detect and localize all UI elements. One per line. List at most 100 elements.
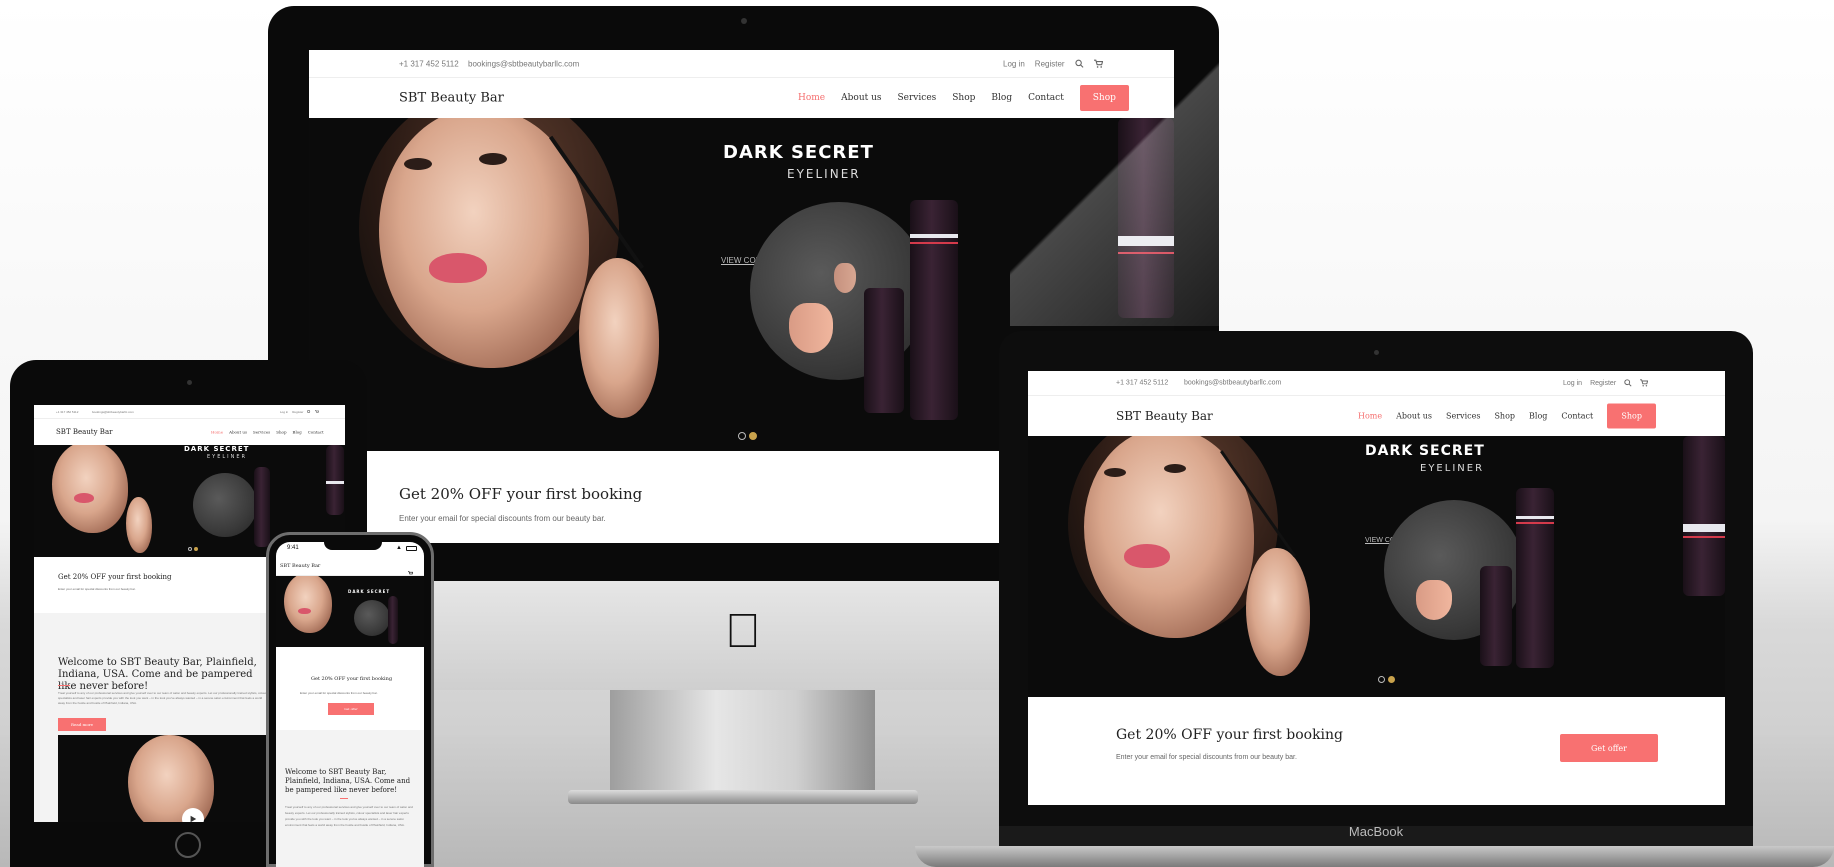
phone-number[interactable]: +1 317 452 5112 [399,59,459,68]
offer-title: Get 20% OFF your first booking [58,573,172,581]
read-more-button[interactable]: Read more [58,718,106,731]
nav-home[interactable]: Home [211,430,223,435]
welcome-title: Welcome to SBT Beauty Bar, Plainfield, I… [58,657,257,692]
offer-title: Get 20% OFF your first booking [1116,727,1344,743]
offer-section: Get 20% OFF your first booking Enter you… [1028,697,1725,805]
model-lips [1124,544,1170,568]
phone-number[interactable]: +1 317 452 5112 [56,410,78,414]
hero-title: DARK SECRET [1365,443,1485,459]
hero-subtitle: EYELINER [207,454,248,460]
brand-logo[interactable]: SBT Beauty Bar [280,563,320,569]
nav-contact[interactable]: Contact [1561,412,1593,421]
email-link[interactable]: bookings@sbtbeautybarllc.com [468,59,579,68]
nav-home[interactable]: Home [798,93,825,103]
email-link[interactable]: bookings@sbtbeautybarllc.com [92,410,134,414]
model-hand [579,258,659,418]
mascara-cap [1480,566,1512,666]
nav-about[interactable]: About us [1396,412,1432,421]
login-link[interactable]: Log in [1563,380,1582,387]
nav-blog[interactable]: Blog [293,430,302,435]
offer-text: Enter your email for special discounts f… [58,587,136,591]
get-offer-button[interactable]: Get offer [1560,734,1658,762]
search-icon[interactable] [1624,379,1632,387]
mascara-tube-edge [1683,436,1725,596]
hero-title: DARK SECRET [184,445,250,453]
macbook-camera [1374,350,1379,355]
slider-dots[interactable] [738,432,757,440]
nav-contact[interactable]: Contact [308,430,324,435]
phone-number[interactable]: +1 317 452 5112 [1116,380,1168,387]
nav-services[interactable]: Services [1446,412,1480,421]
slider-dots[interactable] [1378,676,1395,683]
get-offer-button[interactable]: Get offer [328,703,374,715]
nav-about[interactable]: About us [229,430,247,435]
register-link[interactable]: Register [1590,380,1616,387]
makeup-brush [1416,580,1452,620]
brand-logo[interactable]: SBT Beauty Bar [56,428,112,436]
slider-dot-active[interactable] [749,432,757,440]
welcome-section: Welcome to SBT Beauty Bar, Plainfield, I… [276,730,424,867]
imac-camera [741,18,747,24]
brand-logo[interactable]: SBT Beauty Bar [399,91,504,106]
title-underline [340,798,348,799]
search-icon[interactable] [307,409,311,413]
offer-text: Enter your email for special discounts f… [300,691,378,695]
mascara-tube [1516,488,1554,668]
mascara-tube [910,200,958,420]
imac-foot [568,790,918,804]
brand-logo[interactable]: SBT Beauty Bar [1116,409,1213,423]
nav-services[interactable]: Services [253,430,270,435]
ipad-home-button [175,832,201,858]
nav-home[interactable]: Home [1358,412,1382,421]
hero-subtitle: EYELINER [1420,463,1485,474]
offer-title: Get 20% OFF your first booking [311,676,393,682]
register-link[interactable]: Register [292,409,303,413]
model-face [128,735,214,822]
mascara-tube [388,596,398,644]
makeup-brush [789,303,833,353]
top-bar: +1 317 452 5112 bookings@sbtbeautybarllc… [34,405,345,419]
nav-blog[interactable]: Blog [1529,412,1547,421]
slider-dot-active[interactable] [194,547,198,551]
model-lips [74,493,94,503]
shop-button[interactable]: Shop [1607,403,1657,429]
nav-shop[interactable]: Shop [952,93,975,103]
title-underline [58,685,70,686]
cart-icon[interactable] [315,409,320,413]
macbook-label: MacBook [1348,824,1404,839]
makeup-brush [834,263,856,293]
offer-text: Enter your email for special discounts f… [399,514,606,523]
model-eye [1164,464,1186,473]
hero-title: DARK SECRET [348,589,391,594]
slider-dot[interactable] [738,432,746,440]
main-nav: SBT Beauty Bar Home About us Services Sh… [1028,396,1725,436]
nav-shop[interactable]: Shop [276,430,286,435]
top-bar: +1 317 452 5112 bookings@sbtbeautybarllc… [1028,371,1725,396]
login-link[interactable]: Log in [280,409,288,413]
nav-services[interactable]: Services [898,93,937,103]
offer-section: Get 20% OFF your first booking Enter you… [276,647,424,730]
model-face [284,576,332,633]
slider-dots[interactable] [188,547,198,551]
main-nav: SBT Beauty Bar [276,556,424,576]
nav-about[interactable]: About us [841,93,881,103]
email-link[interactable]: bookings@sbtbeautybarllc.com [1184,380,1281,387]
model-eye [404,158,432,170]
iphone-notch [324,540,382,550]
hero-slider: DARK SECRET [276,576,424,647]
brush-plate [193,473,257,537]
hero-title: DARK SECRET [723,142,874,163]
model-face [52,445,128,533]
model-hand [126,497,152,553]
mascara-tube-edge [326,445,344,515]
nav-blog[interactable]: Blog [991,93,1012,103]
signal-icon: ▲ [396,545,402,551]
welcome-text: Treat yourself to any of our professiona… [58,691,267,705]
hero-slider: DARK SECRET EYELINER VIEW COLLECTION [1028,436,1725,697]
mascara-cap [864,288,904,413]
slider-dot[interactable] [188,547,192,551]
nav-shop[interactable]: Shop [1494,412,1515,421]
cart-icon[interactable] [1640,379,1649,387]
slider-dot-active[interactable] [1388,676,1395,683]
slider-dot[interactable] [1378,676,1385,683]
